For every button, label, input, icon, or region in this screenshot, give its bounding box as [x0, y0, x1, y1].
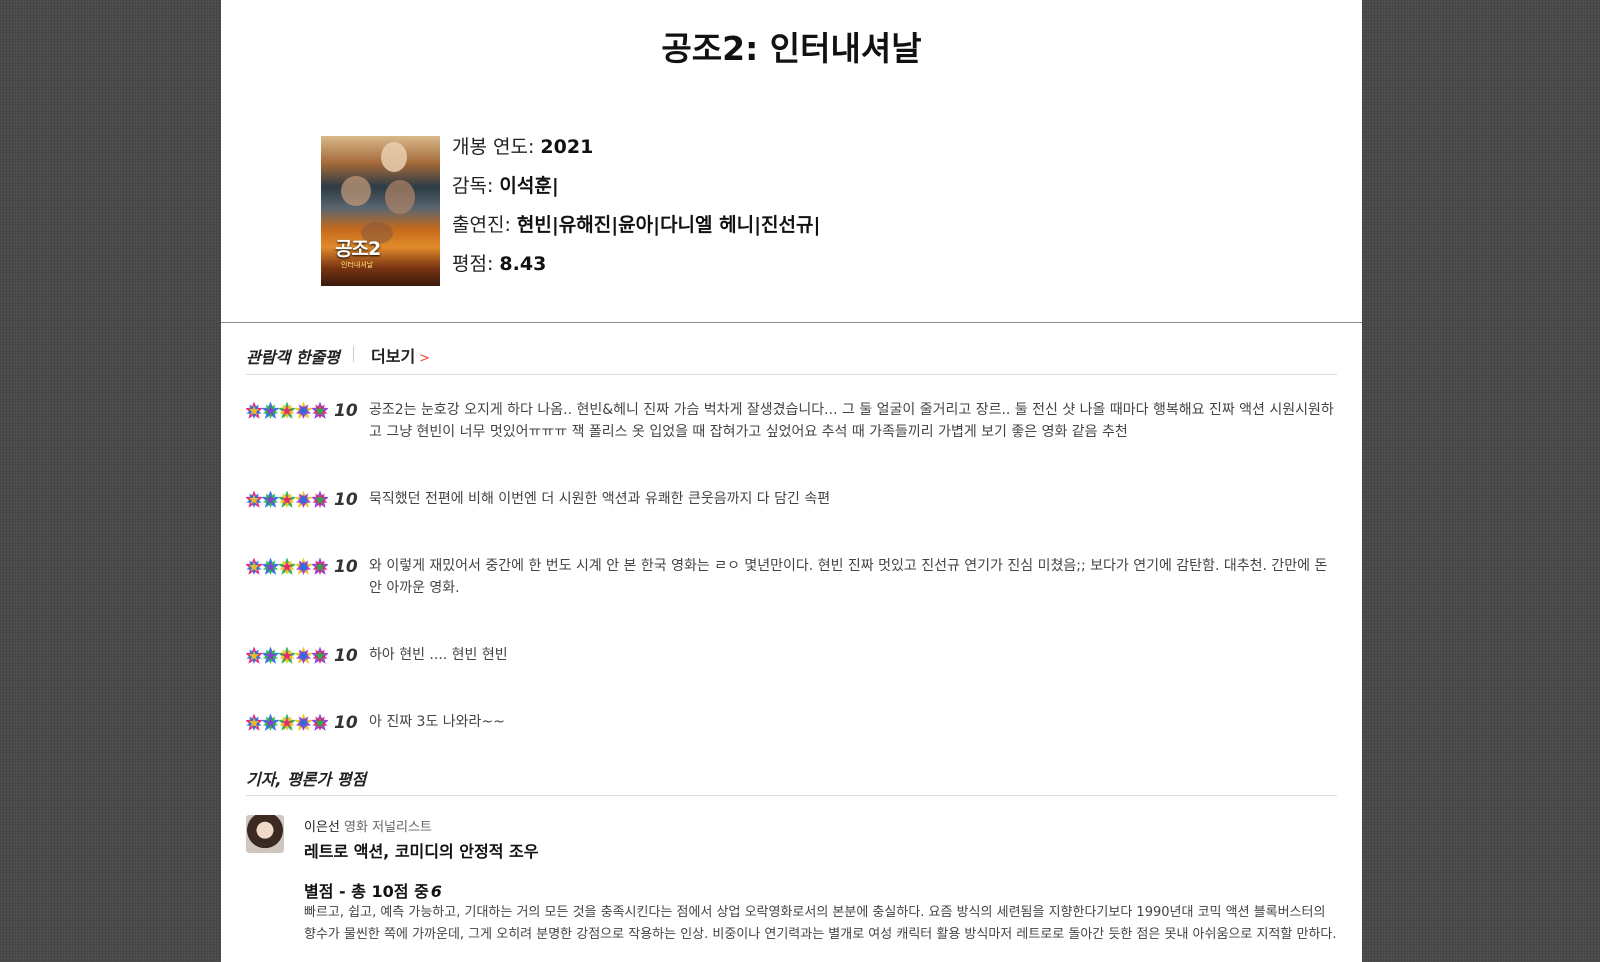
review-text: 묵직했던 전편에 비해 이번엔 더 시원한 액션과 유쾌한 큰웃음까지 다 담긴… — [369, 491, 831, 507]
review-score: 10 — [334, 401, 358, 421]
star-icon — [294, 557, 313, 575]
poster-subtitle: 인터내셔날 — [341, 261, 374, 269]
more-reviews-link[interactable]: 더보기 > — [371, 343, 430, 367]
star-icon — [310, 490, 328, 508]
star-icon — [246, 557, 264, 575]
star-rating-icon — [246, 646, 328, 664]
star-icon — [310, 401, 328, 419]
star-icon — [261, 557, 280, 575]
review-text: 와 이렇게 재밌어서 중간에 한 번도 시계 안 본 한국 영화는 ㄹㅇ 몇년만… — [369, 558, 1328, 596]
movie-poster[interactable]: 공조2 인터내셔날 — [321, 136, 440, 286]
critic-name: 이은선 — [304, 820, 340, 835]
critic-reviews-heading: 기자, 평론가 평점 — [246, 770, 367, 789]
star-icon — [261, 713, 280, 731]
star-icon — [294, 646, 313, 664]
review-text: 공조2는 눈호강 오지게 하다 나옴.. 현빈&헤니 진짜 가슴 벅차게 잘생겼… — [369, 402, 1334, 440]
star-icon — [277, 646, 297, 664]
star-rating-icon — [246, 557, 328, 575]
chevron-right-icon: > — [419, 351, 431, 366]
critic-heading-rule — [246, 795, 1337, 796]
star-rating-icon — [246, 713, 328, 731]
star-icon — [277, 401, 297, 419]
poster-figure — [385, 180, 415, 214]
star-rating-icon — [246, 490, 328, 508]
movie-info: 개봉 연도: 2021 감독: 이석훈| 출연진: 현빈|유해진|윤아|다니엘 … — [452, 134, 820, 290]
review-score: 10 — [334, 713, 358, 733]
critic-rating-label: 별점 - 총 10점 중 — [304, 882, 429, 901]
movie-detail-panel: 공조2: 인터내셔날 공조2 인터내셔날 개봉 연도: 2021 감독: 이석훈… — [221, 0, 1362, 962]
audience-reviews-heading: 관람객 한줄평 — [246, 348, 340, 367]
star-icon — [261, 401, 280, 419]
section-divider — [221, 322, 1362, 323]
heading-separator — [353, 346, 354, 362]
star-icon — [261, 646, 280, 664]
info-label: 감독: — [452, 175, 500, 197]
star-icon — [294, 713, 313, 731]
star-icon — [277, 490, 297, 508]
review-score: 10 — [334, 557, 358, 577]
rating-value: 8.43 — [499, 253, 547, 275]
release-year-row: 개봉 연도: 2021 — [452, 134, 820, 173]
star-icon — [246, 401, 264, 419]
critic-review-body: 빠르고, 쉽고, 예측 가능하고, 기대하는 거의 모든 것을 충족시킨다는 점… — [304, 905, 1337, 942]
star-icon — [310, 713, 328, 731]
movie-title: 공조2: 인터내셔날 — [661, 29, 922, 68]
star-icon — [246, 713, 264, 731]
star-icon — [246, 646, 264, 664]
poster-figure — [381, 142, 407, 172]
critic-rating-value: 6 — [430, 882, 442, 901]
star-icon — [310, 646, 328, 664]
avatar — [246, 815, 284, 853]
review-score: 10 — [334, 490, 358, 510]
star-icon — [310, 557, 328, 575]
rating-row: 평점: 8.43 — [452, 251, 820, 290]
director-row: 감독: 이석훈| — [452, 173, 820, 212]
release-year-value: 2021 — [540, 136, 594, 158]
cast-row: 출연진: 현빈|유해진|윤아|다니엘 헤니|진선규| — [452, 212, 820, 251]
review-text: 하아 현빈 .... 현빈 현빈 — [369, 647, 508, 663]
poster-figure — [341, 176, 371, 206]
info-label: 개봉 연도: — [452, 136, 541, 158]
info-label: 출연진: — [452, 214, 517, 236]
director-value: 이석훈| — [499, 175, 559, 197]
critic-job: 영화 저널리스트 — [344, 820, 432, 835]
star-icon — [277, 557, 297, 575]
review-score: 10 — [334, 646, 358, 666]
critic-byline: 이은선 영화 저널리스트 — [304, 816, 432, 835]
star-icon — [294, 401, 313, 419]
star-rating-icon — [246, 401, 328, 419]
star-icon — [294, 490, 313, 508]
star-icon — [261, 490, 280, 508]
star-icon — [246, 490, 264, 508]
info-label: 평점: — [452, 253, 500, 275]
star-icon — [277, 713, 297, 731]
more-label: 더보기 — [371, 347, 416, 366]
review-text: 아 진짜 3도 나와라~~ — [369, 714, 505, 730]
audience-heading-rule — [246, 374, 1337, 375]
cast-value: 현빈|유해진|윤아|다니엘 헤니|진선규| — [516, 214, 821, 236]
critic-headline: 레트로 액션, 코미디의 안정적 조우 — [304, 842, 539, 861]
critic-rating: 별점 - 총 10점 중6 — [304, 878, 442, 902]
